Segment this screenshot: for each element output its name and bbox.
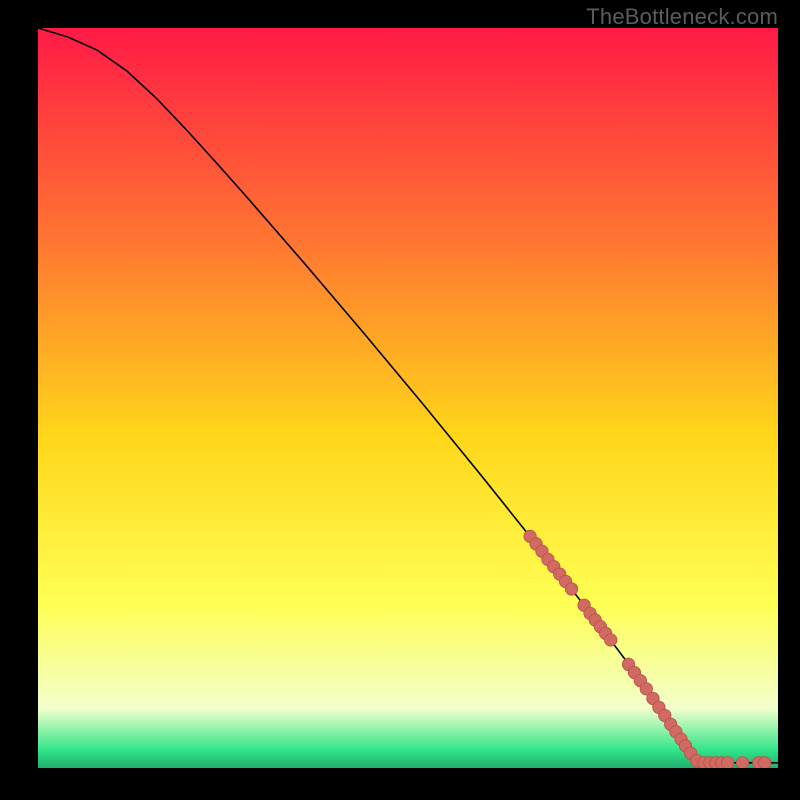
data-point: [758, 757, 770, 768]
data-point: [605, 634, 617, 646]
data-point: [736, 757, 748, 768]
chart-plot-area: [38, 28, 778, 768]
data-point: [721, 757, 733, 768]
watermark-text: TheBottleneck.com: [586, 4, 778, 30]
gradient-background: [38, 28, 778, 768]
chart-svg: [38, 28, 778, 768]
data-point: [565, 583, 577, 595]
